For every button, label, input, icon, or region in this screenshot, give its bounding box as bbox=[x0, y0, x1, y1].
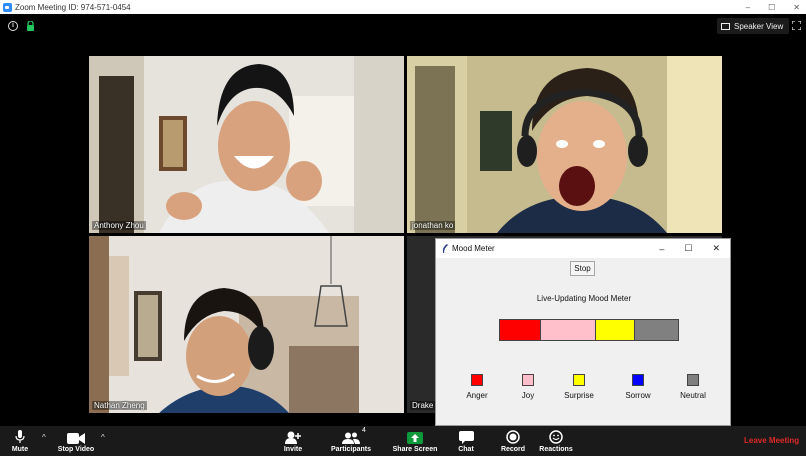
reactions-label: Reactions bbox=[539, 446, 573, 453]
legend-swatch bbox=[522, 374, 534, 386]
mood-meter-minimize-button[interactable]: – bbox=[659, 244, 664, 254]
invite-label: Invite bbox=[283, 446, 303, 453]
legend-item-surprise: Surprise bbox=[559, 374, 599, 400]
mute-button[interactable]: Mute bbox=[4, 426, 36, 456]
title-bar: Zoom Meeting ID: 974-571-0454 – ☐ ✕ bbox=[0, 0, 806, 14]
legend-label: Surprise bbox=[564, 391, 594, 400]
mood-meter-maximize-button[interactable]: ☐ bbox=[684, 243, 692, 254]
speaker-view-button[interactable]: Speaker View bbox=[717, 18, 790, 34]
record-button[interactable]: Record bbox=[498, 426, 528, 456]
stop-button[interactable]: Stop bbox=[570, 261, 595, 276]
video-feed bbox=[89, 56, 404, 233]
meeting-top-strip: i Speaker View bbox=[0, 14, 806, 38]
legend-label: Neutral bbox=[680, 391, 706, 400]
audio-options-caret-icon[interactable]: ^ bbox=[42, 433, 46, 442]
zoom-window: Zoom Meeting ID: 974-571-0454 – ☐ ✕ i Sp… bbox=[0, 0, 806, 456]
leave-meeting-button[interactable]: Leave Meeting bbox=[744, 436, 799, 445]
microphone-icon bbox=[15, 430, 25, 443]
feather-icon bbox=[442, 244, 448, 253]
participants-icon bbox=[342, 432, 360, 444]
legend-item-joy: Joy bbox=[508, 374, 548, 400]
video-tile-jonathan[interactable]: jonathan ko bbox=[407, 56, 722, 233]
participants-label: Participants bbox=[330, 446, 372, 453]
mood-meter-close-button[interactable]: ✕ bbox=[712, 243, 720, 254]
chat-icon bbox=[458, 431, 474, 444]
mood-bar-segment-neutral bbox=[635, 320, 678, 340]
mute-label: Mute bbox=[11, 446, 29, 453]
record-icon bbox=[506, 430, 520, 444]
fullscreen-icon[interactable] bbox=[792, 21, 801, 30]
close-button[interactable]: ✕ bbox=[793, 3, 800, 12]
mood-bar-segment-joy bbox=[541, 320, 596, 340]
reactions-button[interactable]: Reactions bbox=[536, 426, 576, 456]
video-tile-anthony[interactable]: Anthony Zhou bbox=[89, 56, 404, 233]
participants-count: 4 bbox=[362, 427, 366, 434]
meeting-toolbar: Mute ^ Stop Video ^ Invite Participants … bbox=[0, 426, 806, 456]
legend-swatch bbox=[632, 374, 644, 386]
legend-label: Sorrow bbox=[625, 391, 651, 400]
mood-bar-segment-surprise bbox=[595, 320, 636, 340]
record-label: Record bbox=[500, 446, 526, 453]
lock-icon[interactable] bbox=[26, 21, 35, 31]
speaker-view-label: Speaker View bbox=[734, 21, 784, 31]
invite-button[interactable]: Invite bbox=[276, 426, 310, 456]
mood-meter-heading: Live-Updating Mood Meter bbox=[536, 294, 632, 303]
video-feed bbox=[89, 236, 404, 413]
mood-meter-controls: – ☐ ✕ bbox=[659, 239, 720, 258]
info-icon[interactable]: i bbox=[8, 21, 18, 31]
share-screen-label: Share Screen bbox=[392, 446, 438, 453]
stop-video-label: Stop Video bbox=[57, 446, 95, 453]
chat-label: Chat bbox=[458, 446, 474, 453]
minimize-button[interactable]: – bbox=[746, 3, 750, 12]
video-feed bbox=[407, 56, 722, 233]
legend-label: Joy bbox=[521, 391, 535, 400]
smiley-icon bbox=[549, 430, 563, 444]
share-screen-button[interactable]: Share Screen bbox=[390, 426, 440, 456]
legend-label: Anger bbox=[466, 391, 488, 400]
participants-button[interactable]: Participants bbox=[326, 426, 376, 456]
legend-item-neutral: Neutral bbox=[673, 374, 713, 400]
mood-meter-title-bar: Mood Meter – ☐ ✕ bbox=[436, 239, 730, 258]
add-person-icon bbox=[285, 431, 301, 444]
stop-video-button[interactable]: Stop Video bbox=[52, 426, 100, 456]
mood-legend: Anger Joy Surprise Sorrow Neutral bbox=[436, 374, 732, 404]
speaker-view-icon bbox=[721, 22, 730, 30]
legend-swatch bbox=[471, 374, 483, 386]
mood-bar bbox=[499, 319, 679, 341]
maximize-button[interactable]: ☐ bbox=[768, 3, 775, 12]
video-options-caret-icon[interactable]: ^ bbox=[101, 433, 105, 442]
participant-name: jonathan ko bbox=[410, 221, 456, 230]
participant-name: Anthony Zhou bbox=[92, 221, 146, 230]
video-camera-icon bbox=[67, 433, 85, 444]
legend-item-anger: Anger bbox=[457, 374, 497, 400]
legend-swatch bbox=[687, 374, 699, 386]
chat-button[interactable]: Chat bbox=[452, 426, 480, 456]
legend-swatch bbox=[573, 374, 585, 386]
participant-name: Nathan Zheng bbox=[92, 401, 147, 410]
window-title: Zoom Meeting ID: 974-571-0454 bbox=[15, 2, 131, 12]
mood-meter-window: Mood Meter – ☐ ✕ Stop Live-Updating Mood… bbox=[435, 238, 731, 426]
window-controls: – ☐ ✕ bbox=[746, 0, 800, 14]
share-screen-icon bbox=[407, 432, 423, 444]
mood-bar-segment-anger bbox=[500, 320, 542, 340]
mood-meter-title: Mood Meter bbox=[452, 244, 495, 253]
video-tile-nathan[interactable]: Nathan Zheng bbox=[89, 236, 404, 413]
zoom-app-icon bbox=[3, 2, 12, 12]
legend-item-sorrow: Sorrow bbox=[618, 374, 658, 400]
